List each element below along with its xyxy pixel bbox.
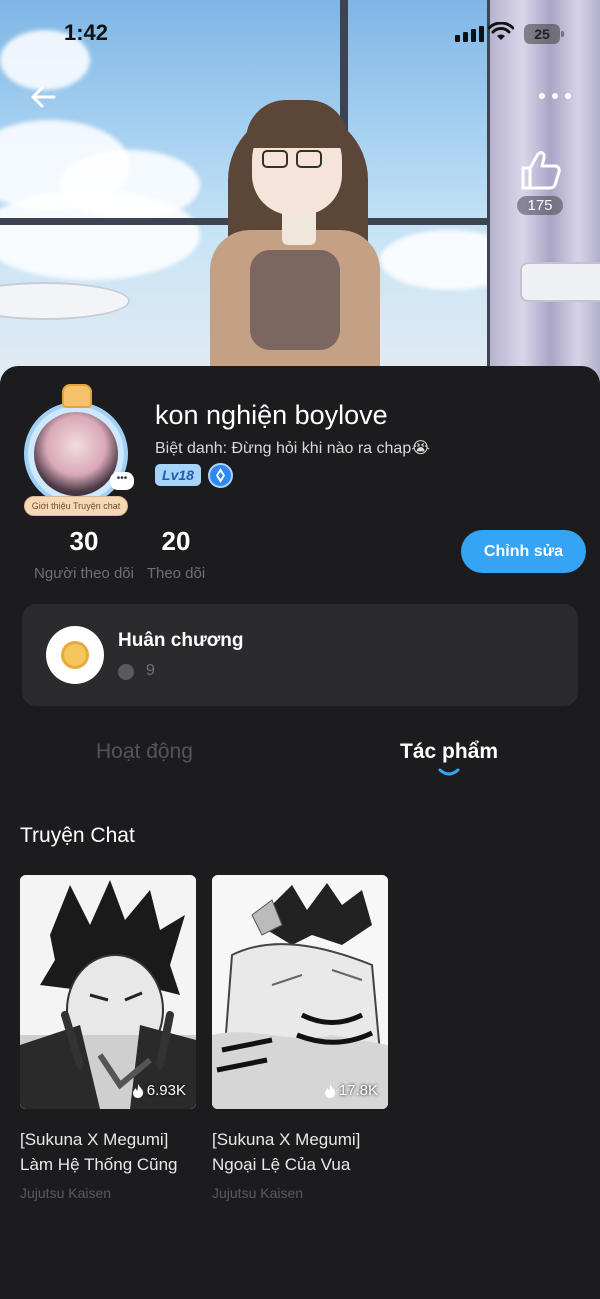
work-cover-image: 6.93K xyxy=(20,875,196,1109)
verified-icon[interactable] xyxy=(208,463,233,488)
avatar-chat-bubble-icon: ••• xyxy=(110,472,134,490)
nickname: Biệt danh: Đừng hỏi khi nào ra chap😭 xyxy=(155,440,430,457)
avatar-image xyxy=(34,412,118,496)
medal-icon xyxy=(46,626,104,684)
fire-icon xyxy=(132,1083,143,1098)
medal-title: Huân chương xyxy=(118,630,244,651)
followers-count: 30 xyxy=(69,526,99,556)
avatar-bear-decoration-icon xyxy=(62,384,92,408)
following-stat[interactable]: 20 Theo dõi xyxy=(142,526,210,582)
like-button[interactable]: 175 xyxy=(512,148,568,222)
wifi-icon xyxy=(488,22,514,40)
work-card[interactable]: 6.93K [Sukuna X Megumi] Làm Hệ Thống Cũn… xyxy=(20,875,196,1201)
avatar[interactable]: Giới thiệu Truyện chat ••• xyxy=(18,384,136,516)
followers-stat[interactable]: 30 Người theo dõi xyxy=(28,526,140,582)
tab-works[interactable]: Tác phẩm xyxy=(400,740,498,764)
profile-panel: Giới thiệu Truyện chat ••• kon nghiện bo… xyxy=(0,366,600,1299)
fire-icon xyxy=(324,1083,335,1098)
followers-label: Người theo dõi xyxy=(34,565,134,582)
work-views: 6.93K xyxy=(131,1082,186,1099)
more-dots-icon[interactable] xyxy=(536,86,574,106)
username: kon nghiện boylove xyxy=(155,400,388,430)
level-badge[interactable]: Lv18 xyxy=(155,464,201,486)
star-icon xyxy=(118,664,134,680)
status-bar: 1:42 25 xyxy=(0,0,600,64)
like-count: 175 xyxy=(517,196,563,215)
back-arrow-icon[interactable] xyxy=(26,80,60,114)
work-fandom: Jujutsu Kaisen xyxy=(20,1185,112,1201)
work-views-count: 17.8K xyxy=(338,1082,378,1099)
work-title: [Sukuna X Megumi] Ngoại Lệ Của Vua xyxy=(212,1130,361,1174)
medal-card[interactable]: Huân chương 9 xyxy=(22,604,578,706)
work-cover-image: 17.8K xyxy=(212,875,388,1109)
work-fandom: Jujutsu Kaisen xyxy=(212,1185,304,1201)
medal-count: 9 xyxy=(146,662,155,679)
following-label: Theo dõi xyxy=(146,565,206,582)
work-title: [Sukuna X Megumi] Làm Hệ Thống Cũng xyxy=(20,1130,178,1174)
edit-profile-button[interactable]: Chỉnh sửa xyxy=(461,530,586,573)
avatar-frame xyxy=(24,402,128,506)
thumbs-up-icon xyxy=(521,151,561,190)
tab-activity[interactable]: Hoạt động xyxy=(96,740,193,764)
status-time: 1:42 xyxy=(64,20,109,45)
work-card[interactable]: 17.8K [Sukuna X Megumi] Ngoại Lệ Của Vua… xyxy=(212,875,388,1201)
work-views-count: 6.93K xyxy=(146,1082,186,1099)
cellular-signal-icon xyxy=(455,26,484,42)
battery-indicator: 25 xyxy=(524,24,564,44)
avatar-tag: Giới thiệu Truyện chat xyxy=(24,496,128,516)
work-views: 17.8K xyxy=(323,1082,378,1099)
section-title: Truyện Chat xyxy=(20,824,135,847)
following-count: 20 xyxy=(161,526,191,556)
active-tab-indicator xyxy=(438,768,460,776)
